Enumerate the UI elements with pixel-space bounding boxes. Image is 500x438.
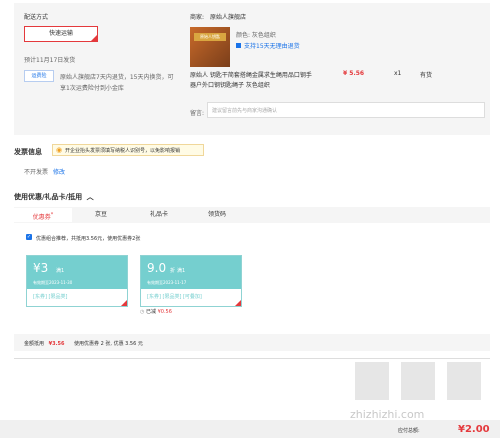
watermark-logo: [355, 362, 485, 406]
coupon-2-saved: ◷ 已减 ¥0.56: [140, 308, 172, 315]
coupon-2-tag: 满1: [177, 268, 186, 274]
tab-redeem-code[interactable]: 领货码: [188, 208, 246, 222]
coupon-2-chips: [东券] [限品类] [可叠加]: [141, 289, 241, 306]
remark-input[interactable]: 建议留言前先与商家沟通确认: [207, 102, 485, 118]
coupon-2-selected-icon: [235, 300, 241, 306]
invoice-tip: ◉ 开企业抬头发票须填写纳税人识别号，以免影响报销: [52, 144, 204, 156]
return-policy-text: 支持15天无理由退货: [244, 43, 300, 50]
tab-gift-card[interactable]: 礼品卡: [130, 208, 188, 222]
tab-coupon[interactable]: 优惠券*: [14, 208, 72, 222]
delivery-label: 配送方式: [24, 14, 49, 21]
chevron-up-icon: ︿: [86, 193, 94, 201]
shipping-method-label: 快速运输: [48, 30, 73, 37]
summary-row: 金额抵用 ¥3.56 使用优惠券 2 张, 优惠 3.56 元: [24, 340, 143, 347]
coupon-1-valid: 有效期至2023-11-30: [33, 280, 73, 285]
coupon-card-2[interactable]: 9.0 折 满1 有效期至2023-11-17 [东券] [限品类] [可叠加]: [140, 255, 242, 307]
invoice-tip-text: 开企业抬头发票须填写纳税人识别号，以免影响报销: [65, 148, 181, 154]
coupon-2-saved-amount: ¥0.56: [157, 309, 172, 315]
invoice-status: 不开发票 修改: [24, 167, 65, 176]
remark-placeholder: 建议留言前先与商家沟通确认: [212, 108, 278, 114]
coupon-1-selected-icon: [121, 300, 127, 306]
discount-title-text: 使用优惠/礼品卡/抵用: [14, 193, 83, 201]
product-color: 颜色: 灰色组织: [236, 32, 276, 39]
ship-estimate: 预计11月17日发货: [24, 57, 76, 64]
product-price: ¥ 5.56: [343, 70, 365, 77]
service-text-1: 原始人旗舰店7天内退货，15天内换货，可: [60, 74, 174, 81]
coupon-2-valid: 有效期至2023-11-17: [147, 280, 187, 285]
combo-checkbox[interactable]: ✓: [26, 234, 32, 240]
store-name[interactable]: 原始人旗舰店: [210, 14, 246, 21]
discount-title[interactable]: 使用优惠/礼品卡/抵用 ︿: [14, 192, 94, 202]
summary-text: 使用优惠券 2 张, 优惠 3.56 元: [74, 341, 143, 347]
store-row: 商家: 原始人旗舰店: [190, 12, 246, 21]
coupon-1-top: ¥3 满1 有效期至2023-11-30: [27, 256, 127, 289]
coupon-card-1[interactable]: ¥3 满1 有效期至2023-11-30 [东券] [限品类]: [26, 255, 128, 307]
product-title-1[interactable]: 原始人 钥匙干简套搭绳金属求生绳用品口钢手: [190, 70, 312, 79]
product-title-2[interactable]: 器户外口钢钥匙绳子 灰色组织: [190, 80, 270, 89]
tab-coupon-label: 优惠券: [32, 214, 51, 221]
payable-amount: ¥2.00: [458, 424, 490, 435]
coupon-2-unit: 折: [170, 268, 176, 274]
coupon-1-chips: [东券] [限品类]: [27, 289, 127, 306]
summary-label: 金额抵用: [24, 341, 45, 347]
shipping-method-button[interactable]: 快速运输: [24, 26, 98, 42]
tab-jingdou[interactable]: 京豆: [72, 208, 130, 222]
store-label: 商家:: [190, 14, 205, 21]
bulb-icon: ◉: [56, 146, 63, 154]
freight-insurance-label: 运费险: [31, 73, 47, 79]
invoice-title: 发票信息: [14, 148, 42, 156]
coupon-2-top: 9.0 折 满1 有效期至2023-11-17: [141, 256, 241, 289]
freight-insurance-badge: 运费险: [24, 70, 54, 82]
footer-bar: [0, 420, 500, 438]
coupon-2-saved-label: 已减: [145, 309, 156, 315]
combo-text: 优惠组合推荐，共抵用3.56元，使用优惠券2张: [36, 236, 141, 242]
selected-corner-icon: [91, 35, 97, 41]
clock-icon: ◷: [140, 309, 145, 315]
product-image[interactable]: 原始人钥匙: [190, 27, 230, 67]
coupon-2-amount: 9.0: [147, 261, 167, 275]
remark-label: 留言:: [190, 110, 205, 117]
coupon-1-amount: ¥3: [33, 261, 49, 275]
service-text-2: 享1次运费险付到小金库: [60, 85, 124, 92]
return-policy-icon: [236, 43, 241, 48]
payable-label: 应付总额:: [398, 428, 420, 434]
invoice-edit-link[interactable]: 修改: [53, 169, 65, 176]
stock-status: 有货: [420, 72, 433, 79]
invoice-status-text: 不开发票: [24, 169, 49, 176]
coupon-1-tag: 满1: [56, 268, 65, 274]
summary-amount: ¥3.56: [48, 341, 65, 347]
product-qty: x1: [394, 70, 402, 77]
product-image-caption: 原始人钥匙: [194, 33, 226, 41]
divider: [14, 358, 490, 359]
return-policy: 支持15天无理由退货: [236, 41, 300, 50]
